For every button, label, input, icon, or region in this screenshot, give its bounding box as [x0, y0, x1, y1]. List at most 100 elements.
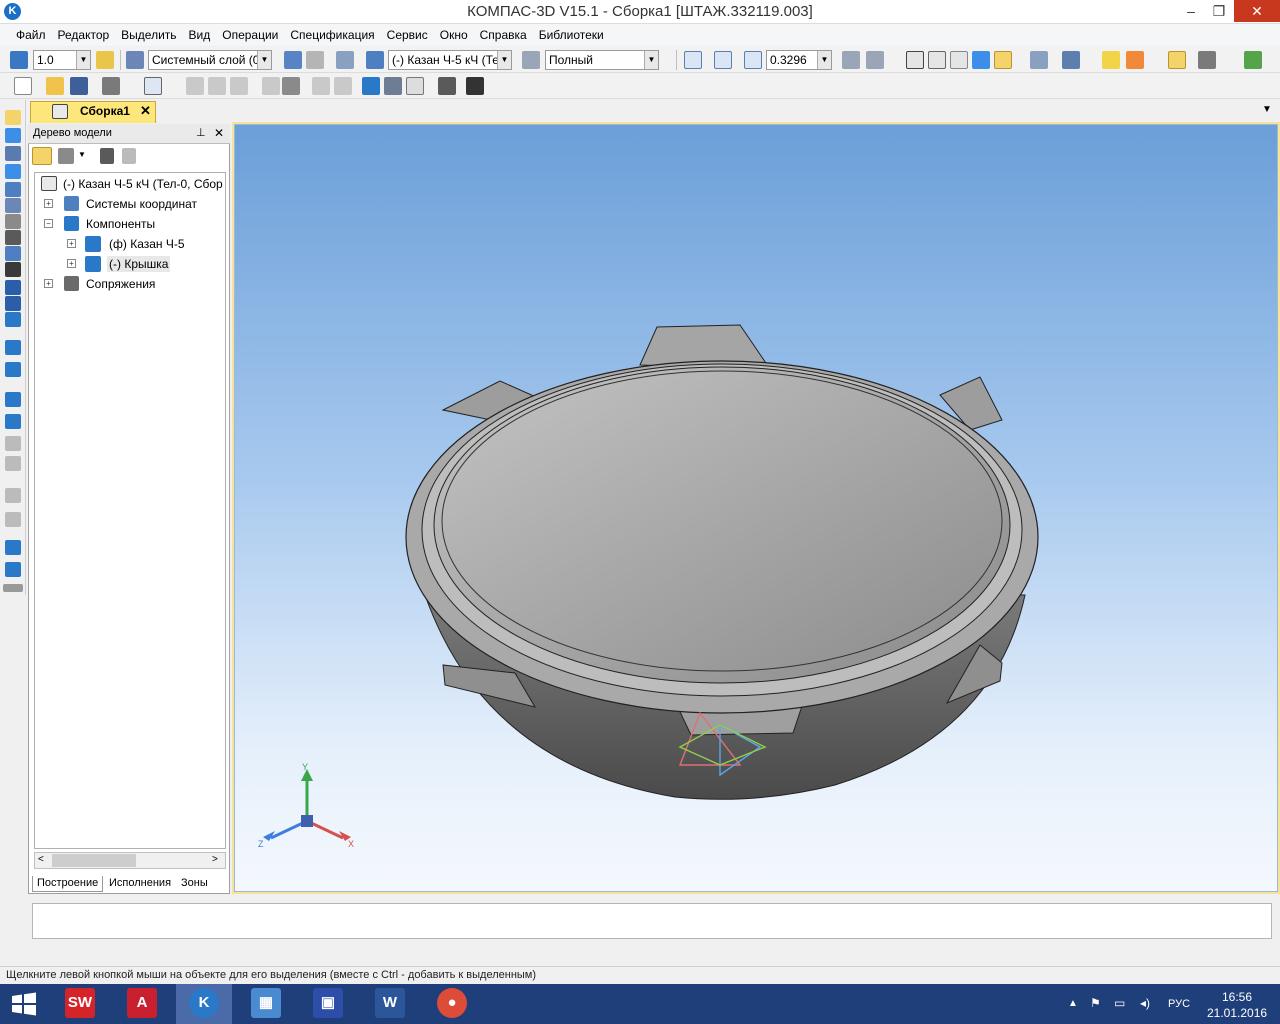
coordinate-system-icon[interactable]: [284, 51, 302, 69]
tree-view-dropdown-icon[interactable]: ▼: [78, 150, 86, 159]
format-painter-icon[interactable]: [262, 77, 280, 95]
tree-item-components[interactable]: Компоненты: [86, 217, 155, 231]
cut-icon[interactable]: [186, 77, 204, 95]
model-viewport[interactable]: Y X Z: [232, 122, 1280, 894]
maximize-icon[interactable]: ❐: [1204, 0, 1234, 22]
specification-icon[interactable]: [5, 262, 21, 277]
zoom-combo[interactable]: 0.3296 ▼: [766, 50, 832, 70]
menu-window[interactable]: Окно: [434, 24, 474, 46]
surfaces-icon[interactable]: [5, 164, 21, 179]
open-file-icon[interactable]: [46, 77, 64, 95]
menu-service[interactable]: Сервис: [381, 24, 434, 46]
orient-menu-icon[interactable]: [866, 51, 884, 69]
copy-icon[interactable]: [208, 77, 226, 95]
zoom-window-icon[interactable]: [684, 51, 702, 69]
tab-zones[interactable]: Зоны: [177, 876, 212, 892]
expand-icon[interactable]: +: [44, 199, 53, 208]
menu-libraries[interactable]: Библиотеки: [533, 24, 610, 46]
view-mode-combo[interactable]: Полный ▼: [545, 50, 659, 70]
tree-props-icon[interactable]: [100, 148, 114, 164]
tray-expand-icon[interactable]: ▲: [1068, 998, 1078, 1009]
properties-panel[interactable]: [32, 903, 1272, 939]
tree-item-coordinate-systems[interactable]: Системы координат: [86, 197, 197, 211]
expand-toolbar-icon[interactable]: [3, 584, 23, 592]
expand-icon[interactable]: +: [67, 259, 76, 268]
tree-toggle-icon[interactable]: [1168, 51, 1186, 69]
mate-icon[interactable]: [5, 540, 21, 555]
snap-icon[interactable]: [10, 51, 28, 69]
rotate-component-icon[interactable]: [5, 414, 21, 429]
new-file-icon[interactable]: [14, 77, 32, 95]
network-icon[interactable]: ▭: [1114, 996, 1125, 1010]
create-component-icon[interactable]: [5, 362, 21, 377]
copy-properties-icon[interactable]: [282, 77, 300, 95]
menu-specification[interactable]: Спецификация: [284, 24, 380, 46]
color-icon[interactable]: [1102, 51, 1120, 69]
print-icon[interactable]: [102, 77, 120, 95]
add-component-icon[interactable]: [5, 340, 21, 355]
edit-assembly-icon[interactable]: [5, 110, 21, 125]
menu-operations[interactable]: Операции: [216, 24, 284, 46]
zoom-all-icon[interactable]: [714, 51, 732, 69]
scroll-left-icon[interactable]: <: [38, 854, 44, 865]
local-cs-icon[interactable]: [306, 51, 324, 69]
collapse-icon[interactable]: −: [44, 219, 53, 228]
orientation-icon[interactable]: [336, 51, 354, 69]
shaded-icon[interactable]: [972, 51, 990, 69]
perspective-icon[interactable]: [1030, 51, 1048, 69]
manager-icon[interactable]: [362, 77, 380, 95]
designations-icon[interactable]: [5, 296, 21, 311]
scroll-right-icon[interactable]: >: [212, 854, 218, 865]
measure-icon[interactable]: [5, 230, 21, 245]
menu-help[interactable]: Справка: [474, 24, 533, 46]
scrollbar-thumb[interactable]: [52, 854, 136, 867]
minimize-icon[interactable]: –: [1176, 0, 1206, 22]
expand-icon[interactable]: +: [67, 239, 76, 248]
scale-combo[interactable]: 1.0 ▼: [33, 50, 91, 70]
taskbar-calculator[interactable]: ▦: [238, 984, 294, 1024]
reports-icon[interactable]: [5, 280, 21, 295]
menu-view[interactable]: Вид: [183, 24, 217, 46]
close-panel-icon[interactable]: ✕: [214, 126, 224, 140]
mates-icon[interactable]: [5, 214, 21, 229]
rotate-icon[interactable]: [842, 51, 860, 69]
language-indicator[interactable]: РУС: [1168, 998, 1190, 1010]
clock-date[interactable]: 21.01.2016: [1207, 1006, 1267, 1020]
help-pointer-icon[interactable]: [466, 77, 484, 95]
tab-list-icon[interactable]: ▼: [1262, 104, 1272, 115]
windows-start-icon[interactable]: [10, 992, 38, 1016]
thin-lines-icon[interactable]: [950, 51, 968, 69]
move-component-icon[interactable]: [5, 392, 21, 407]
close-tab-icon[interactable]: ✕: [140, 103, 151, 119]
filter-icon[interactable]: [1126, 51, 1144, 69]
parts-icon[interactable]: [5, 128, 21, 143]
menu-select[interactable]: Выделить: [115, 24, 182, 46]
menu-edit[interactable]: Редактор: [52, 24, 116, 46]
taskbar-kompas[interactable]: K: [176, 984, 232, 1024]
tree-item-mates[interactable]: Сопряжения: [86, 277, 155, 291]
tree-view-icon[interactable]: [58, 148, 74, 164]
lock-icon[interactable]: [5, 512, 21, 527]
collision-icon[interactable]: [5, 562, 21, 577]
component-icon[interactable]: [366, 51, 384, 69]
tree-item-kazan[interactable]: (ф) Казан Ч-5: [109, 237, 185, 251]
tab-variants[interactable]: Исполнения: [105, 876, 175, 892]
wireframe-icon[interactable]: [906, 51, 924, 69]
taskbar-autocad[interactable]: A: [114, 984, 170, 1024]
filters-icon[interactable]: [5, 246, 21, 261]
save-icon[interactable]: [70, 77, 88, 95]
library-manager-icon[interactable]: [438, 77, 456, 95]
taskbar-word[interactable]: W: [362, 984, 418, 1024]
undo-icon[interactable]: [312, 77, 330, 95]
arrays-icon[interactable]: [5, 182, 21, 197]
sheet-metal-icon[interactable]: [5, 312, 21, 327]
component-combo[interactable]: (-) Казан Ч-5 кЧ (Те ▼: [388, 50, 512, 70]
taskbar-solidworks[interactable]: SW: [52, 984, 108, 1024]
zoom-part-icon[interactable]: [5, 488, 21, 503]
close-window-button[interactable]: ✕: [1234, 0, 1280, 22]
expand-icon[interactable]: +: [44, 279, 53, 288]
preview-icon[interactable]: [144, 77, 162, 95]
taskbar-save[interactable]: ▣: [300, 984, 356, 1024]
layer-combo[interactable]: Системный слой (0) ▼: [148, 50, 272, 70]
volume-icon[interactable]: ◂): [1140, 996, 1150, 1010]
